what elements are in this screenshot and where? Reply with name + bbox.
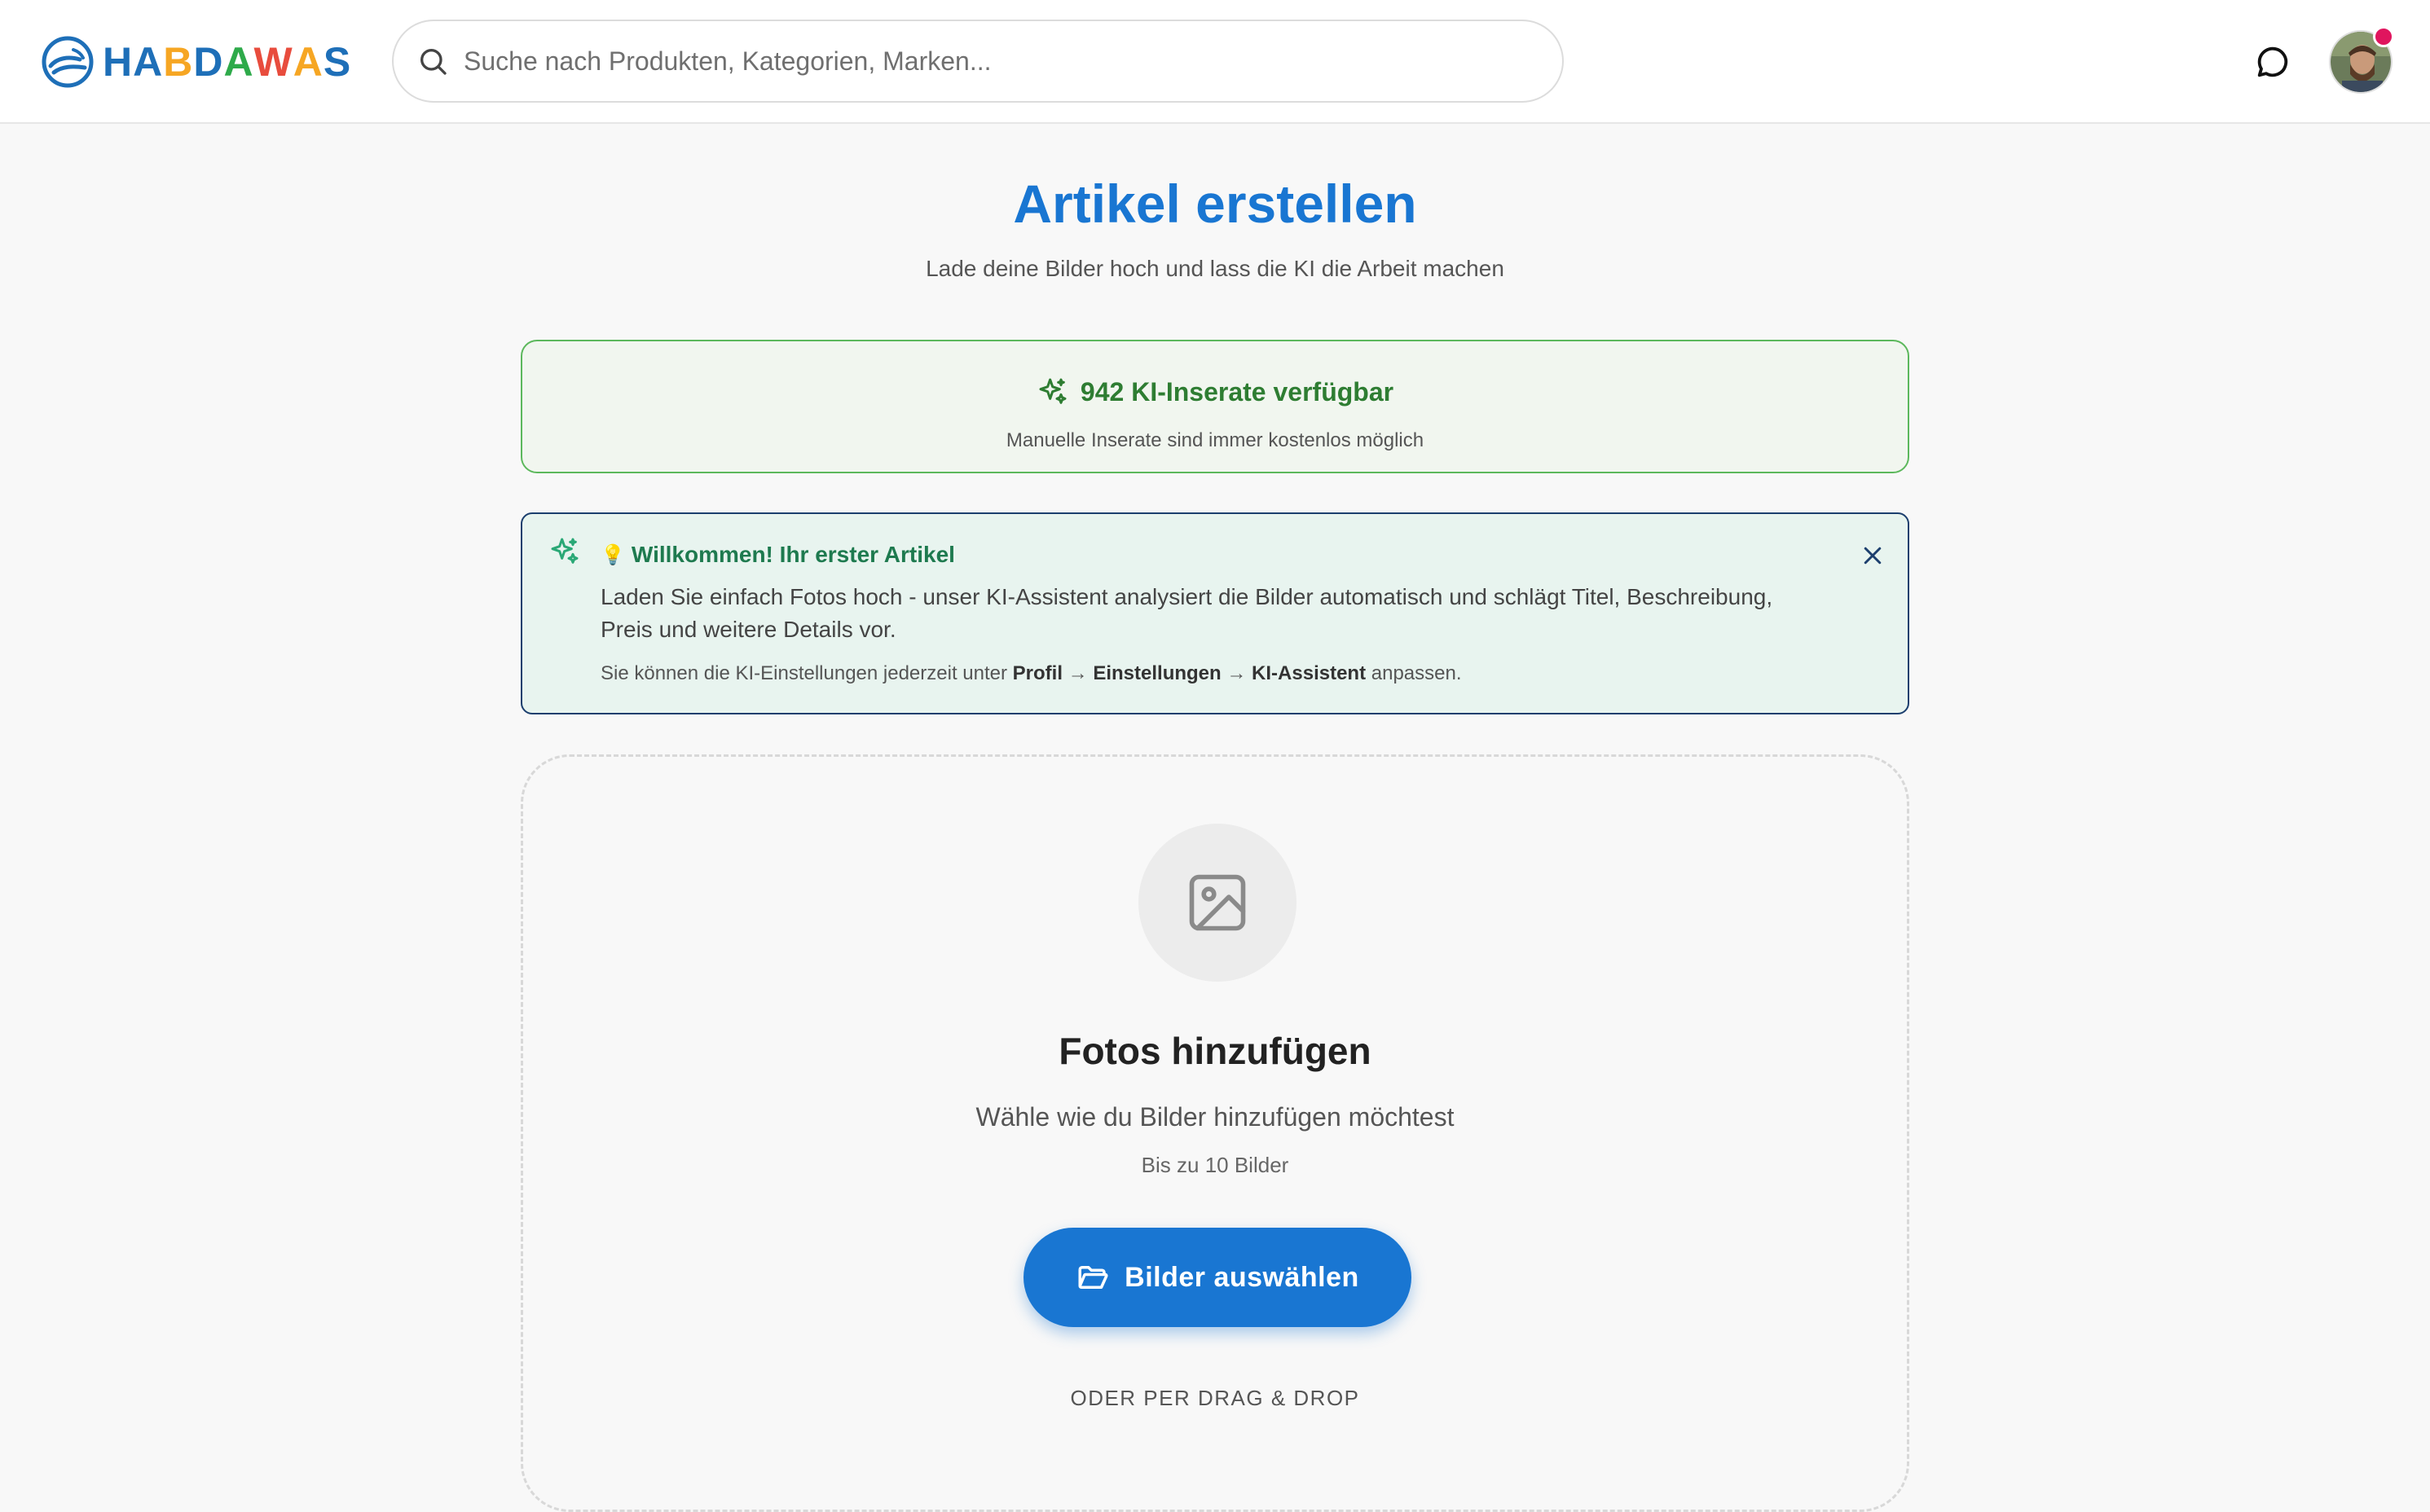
- logo-letter: A: [293, 39, 324, 85]
- hint-settings: Einstellungen: [1093, 662, 1222, 684]
- upload-title: Fotos hinzufügen: [1059, 1030, 1371, 1072]
- image-icon: [1189, 874, 1246, 931]
- ai-credits-box: 942 KI-Inserate verfügbar Manuelle Inser…: [521, 340, 1909, 473]
- ai-credits-count: 942 KI-Inserate verfügbar: [1080, 376, 1394, 407]
- page-subtitle: Lade deine Bilder hoch und lass die KI d…: [926, 256, 1504, 281]
- logo-letter: H: [103, 39, 134, 85]
- select-images-label: Bilder auswählen: [1125, 1261, 1359, 1293]
- hint-arrow-2: →: [1226, 662, 1247, 684]
- logo-letter: W: [253, 39, 293, 85]
- logo-letter: B: [163, 39, 194, 85]
- logo-letter: A: [223, 39, 254, 85]
- upload-subtitle: Wähle wie du Bilder hinzufügen möchtest: [975, 1102, 1455, 1132]
- top-header: HABDAWAS: [0, 0, 2430, 124]
- lightbulb-icon: 💡: [601, 543, 625, 566]
- ai-credits-note: Manuelle Inserate sind immer kostenlos m…: [1006, 429, 1424, 451]
- page-title: Artikel erstellen: [1013, 174, 1417, 234]
- hint-ai-assistant: KI-Assistent: [1252, 662, 1367, 684]
- hint-suffix: anpassen.: [1371, 662, 1462, 684]
- logo-letter: D: [193, 39, 224, 85]
- sparkles-icon: [551, 538, 579, 564]
- chat-bubble-icon[interactable]: [2254, 43, 2291, 81]
- upload-limit: Bis zu 10 Bilder: [1141, 1153, 1289, 1177]
- photo-dropzone[interactable]: Fotos hinzufügen Wähle wie du Bilder hin…: [521, 754, 1909, 1512]
- search-bar[interactable]: [392, 20, 1564, 103]
- welcome-title-text: Willkommen! Ihr erster Artikel: [631, 542, 955, 567]
- drag-drop-hint: ODER PER DRAG & DROP: [1070, 1386, 1360, 1410]
- sparkles-icon: [1039, 378, 1067, 404]
- welcome-info-box: 💡 Willkommen! Ihr erster Artikel Laden S…: [521, 512, 1909, 714]
- welcome-body: Laden Sie einfach Fotos hoch - unser KI-…: [601, 584, 1773, 642]
- folder-open-icon: [1078, 1266, 1108, 1289]
- habdawas-logo[interactable]: HABDAWAS: [41, 33, 351, 91]
- image-placeholder: [1138, 824, 1296, 982]
- close-icon[interactable]: [1860, 543, 1885, 568]
- logo-wordmark: HABDAWAS: [103, 38, 351, 86]
- search-input[interactable]: [464, 46, 1523, 77]
- notification-badge: [2373, 26, 2394, 47]
- logo-hands-icon: [42, 36, 94, 88]
- logo-letter: A: [133, 39, 164, 85]
- hint-profile: Profil: [1012, 662, 1063, 684]
- select-images-button[interactable]: Bilder auswählen: [1024, 1228, 1411, 1327]
- welcome-settings-hint: Sie können die KI-Einstellungen jederzei…: [601, 662, 1462, 685]
- hint-arrow-1: →: [1068, 662, 1088, 684]
- welcome-title: 💡 Willkommen! Ihr erster Artikel: [601, 542, 955, 568]
- hint-prefix: Sie können die KI-Einstellungen jederzei…: [601, 662, 1007, 684]
- search-icon: [420, 49, 447, 75]
- logo-letter: S: [323, 39, 352, 85]
